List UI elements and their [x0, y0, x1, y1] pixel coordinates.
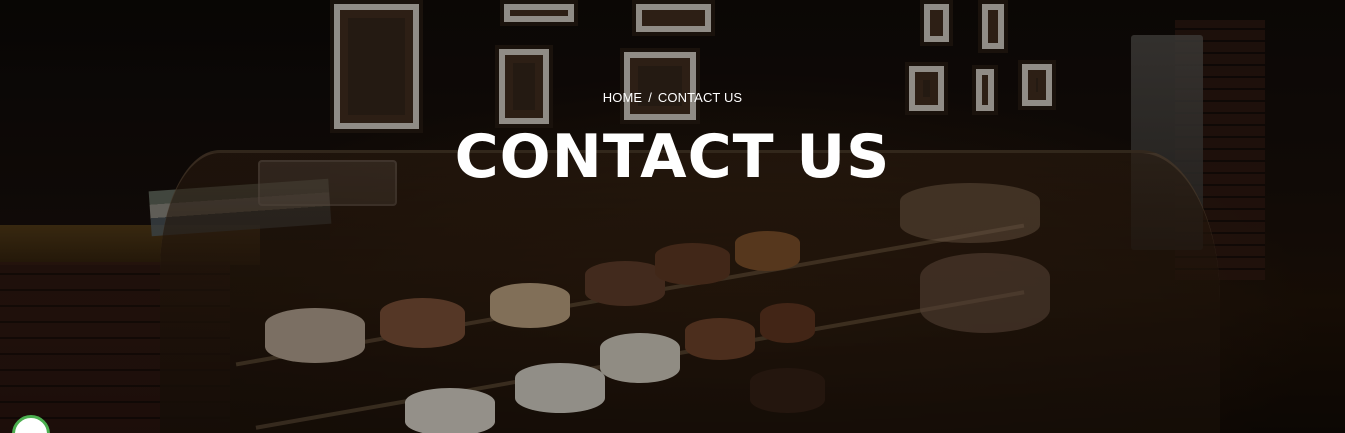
page-banner: HOME / CONTACT US CONTACT US	[0, 0, 1345, 433]
banner-content: HOME / CONTACT US CONTACT US	[0, 0, 1345, 433]
breadcrumb-separator: /	[648, 90, 652, 105]
breadcrumb-home-link[interactable]: HOME	[603, 90, 642, 105]
breadcrumb: HOME / CONTACT US	[0, 90, 1345, 105]
breadcrumb-current: CONTACT US	[657, 90, 743, 105]
page-title: CONTACT US	[454, 122, 891, 192]
